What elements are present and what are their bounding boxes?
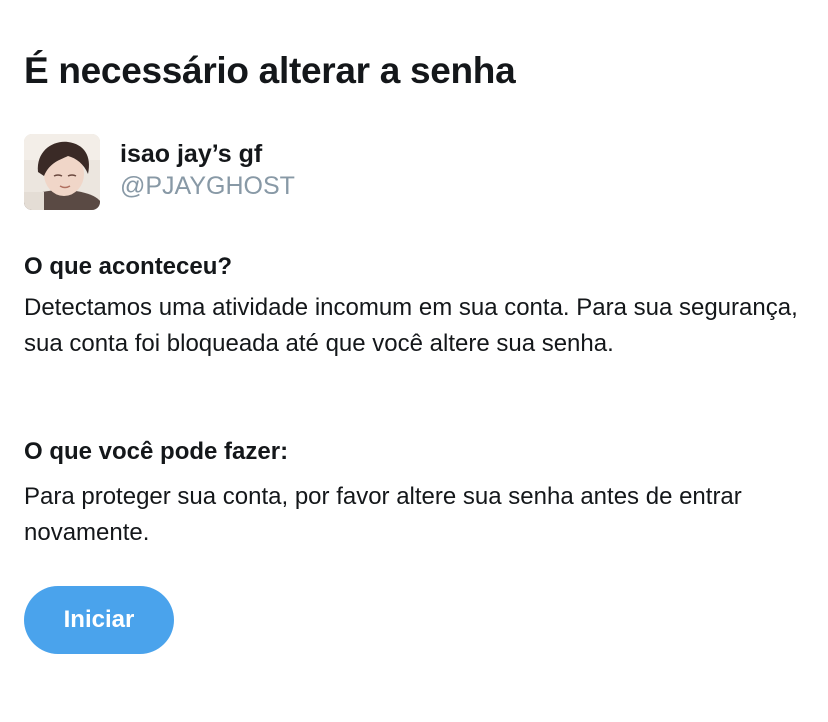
what-happened-text: Detectamos uma atividade incomum em sua … bbox=[24, 294, 798, 357]
page-title: É necessário alterar a senha bbox=[24, 50, 516, 91]
what-happened-heading: O que aconteceu? bbox=[24, 253, 233, 280]
display-name: isao jay’s gf bbox=[120, 140, 263, 168]
what-to-do-heading: O que você pode fazer: bbox=[24, 438, 289, 465]
account-info: isao jay’s gf @PJAYGHOST bbox=[120, 138, 295, 202]
start-button[interactable]: Iniciar bbox=[24, 586, 174, 654]
avatar-photo bbox=[24, 134, 100, 210]
username-handle: @PJAYGHOST bbox=[120, 172, 295, 200]
what-to-do-text: Para proteger sua conta, por favor alter… bbox=[24, 483, 742, 546]
account-card: isao jay’s gf @PJAYGHOST bbox=[24, 133, 295, 211]
avatar bbox=[24, 134, 100, 210]
